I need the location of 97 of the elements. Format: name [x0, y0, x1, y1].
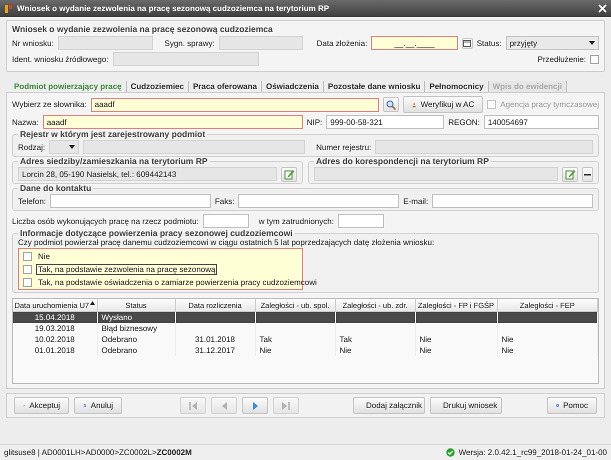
- window-title: Wniosek o wydanie zezwolenia na pracę sezonową cudzoziemca na terytorium RP: [17, 4, 330, 13]
- field-label: E-mail:: [403, 196, 428, 206]
- table-cell: Tak: [335, 334, 415, 345]
- search-button[interactable]: [383, 97, 400, 112]
- status-dropdown[interactable]: przyjęty: [506, 36, 599, 50]
- table-cell: Nie: [415, 345, 497, 356]
- group-title: Adres do korespondencji na terytorium RP: [315, 157, 490, 166]
- contact-field[interactable]: [238, 194, 400, 208]
- left-arrow-icon: [188, 400, 198, 410]
- table-cell: Nie: [335, 345, 415, 356]
- field-label: Numer rejestru:: [316, 142, 372, 152]
- notepad-pencil-icon: [284, 168, 294, 180]
- table-cell: 15.04.2018: [13, 312, 97, 323]
- option-label: Tak, na podstawie oświadczenia o zamiarze powierzenia pracy cudzoziemcowi: [37, 276, 318, 288]
- help-button[interactable]: Pomoc: [547, 397, 597, 414]
- navigation-button[interactable]: [242, 397, 268, 414]
- field-label: Wybierz ze słownika:: [12, 100, 87, 109]
- version-text: Wersja: 2.0.42.1_rc99_2018-01-24_01-00: [458, 448, 607, 457]
- option-checkbox[interactable]: [23, 278, 32, 286]
- table-cell: 31.01.2018: [175, 334, 255, 345]
- table-cell: Odebrano: [97, 334, 175, 345]
- print-button[interactable]: Drukuj wniosek: [430, 397, 502, 414]
- table-cell: 31.12.2017: [175, 345, 255, 356]
- table-cell: Nie: [497, 345, 598, 356]
- table-cell: Błąd biznesowy: [97, 323, 175, 334]
- right-arrow-icon: [281, 400, 291, 410]
- edit-button[interactable]: [281, 166, 297, 182]
- table-cell: Nie: [415, 334, 497, 345]
- field-label: Sygn. sprawy:: [164, 38, 215, 48]
- option-checkbox[interactable]: [23, 264, 32, 274]
- option-checkbox[interactable]: [23, 252, 32, 260]
- field-label: REGON:: [448, 118, 480, 126]
- field-label: Liczba osób wykonujących pracę na rzecz podmiotu:: [12, 216, 199, 226]
- dropdown-arrow-icon: [69, 145, 76, 149]
- right-arrow-icon: [250, 400, 260, 410]
- edit-button[interactable]: [562, 166, 578, 182]
- calendar-icon: [463, 40, 472, 46]
- group-title: Dane do kontaktu: [19, 184, 92, 193]
- breadcrumb-path: glitsuse8 | AD0001LH>AD0000>ZC0002L>ZC0002M: [4, 448, 192, 457]
- employed-count-field[interactable]: [338, 214, 384, 228]
- type-dropdown[interactable]: [49, 140, 80, 154]
- notepad-pencil-icon: [564, 168, 576, 180]
- contact-field[interactable]: [432, 194, 594, 208]
- field-label: Telefon:: [18, 196, 46, 206]
- option-label: Tak, na podstawie zezwolenia na pracę sezonową: [36, 264, 218, 274]
- field-label: Nazwa:: [12, 118, 39, 126]
- regon-field[interactable]: 140054697: [484, 115, 599, 129]
- accept-button[interactable]: Akceptuj: [14, 397, 69, 414]
- table-cell: Wysłano: [97, 312, 175, 323]
- table-cell: 01.01.2018: [13, 345, 97, 356]
- case-number-field[interactable]: [218, 36, 304, 50]
- workers-count-field[interactable]: [202, 214, 249, 228]
- search-icon: [386, 100, 396, 110]
- table-cell: Odebrano: [97, 345, 175, 356]
- contact-field[interactable]: [50, 194, 211, 208]
- field-label: NIP:: [306, 118, 322, 126]
- table-cell: 19.03.2018: [13, 323, 97, 334]
- calendar-button[interactable]: [462, 38, 473, 48]
- dropdown-arrow-icon: [589, 41, 595, 45]
- close-icon[interactable]: [598, 4, 607, 13]
- table-cell: 10.02.2018: [13, 334, 97, 345]
- attach-button[interactable]: Dodaj załącznik: [353, 397, 425, 414]
- question-text: Czy podmiot powierzał pracę danemu cudzoziemcowi w ciągu ostatnich 5 lat poprzedzających datę złożenia wniosku:: [18, 238, 434, 247]
- application-number-field[interactable]: [58, 36, 153, 50]
- field-label: Przedłużenie:: [538, 54, 586, 64]
- dictionary-field[interactable]: aaadf: [90, 98, 380, 112]
- registry-number-field[interactable]: [375, 140, 593, 154]
- address-field: Lorcin 28, 05-190 Nasielsk, tel.: 609442143: [18, 167, 277, 181]
- source-id-field[interactable]: [112, 52, 258, 66]
- field-label: Faks:: [214, 196, 234, 206]
- group-title: Rejestr w którym jest zarejestrowany podmiot: [19, 130, 206, 139]
- group-title: Informacje dotyczące powierzenia pracy sezonowej cudzoziemcowi: [19, 229, 294, 238]
- table-cell: Nie: [255, 345, 335, 356]
- option-label: Nie: [37, 250, 52, 262]
- field-label: Status:: [476, 38, 502, 48]
- extension-checkbox[interactable]: [590, 54, 599, 64]
- field-label: Nr wniosku:: [12, 38, 54, 48]
- cancel-button[interactable]: Anuluj: [74, 397, 122, 414]
- app-icon: [4, 4, 13, 14]
- section-title: Wniosek o wydanie zezwolenia na pracę sezonową cudzoziemca: [12, 24, 273, 34]
- group-title: Adres siedziby/zamieszkania na terytorium RP: [19, 157, 209, 166]
- table-cell: Tak: [255, 334, 335, 345]
- checkbox-label: Agencja pracy tymczasowej: [500, 100, 599, 109]
- undo-icon: [83, 401, 87, 410]
- field-label: w tym zatrudnionych:: [258, 216, 334, 226]
- field-label: Ident. wniosku źródłowego:: [12, 54, 108, 64]
- table-cell: Nie: [497, 334, 598, 345]
- remove-button[interactable]: [582, 166, 593, 182]
- date-field[interactable]: __.__.____: [371, 36, 458, 50]
- name-field[interactable]: aaadf: [42, 115, 303, 129]
- field-label: Rodzaj:: [18, 142, 46, 152]
- sort-arrow-icon: [90, 300, 96, 304]
- nip-field[interactable]: 999-00-58-321: [326, 115, 444, 129]
- minus-icon: [584, 172, 591, 176]
- verify-button[interactable]: Weryfikuj w AC: [403, 96, 484, 113]
- field-label: Data złożenia:: [316, 38, 368, 48]
- check-circle-icon: [446, 448, 455, 457]
